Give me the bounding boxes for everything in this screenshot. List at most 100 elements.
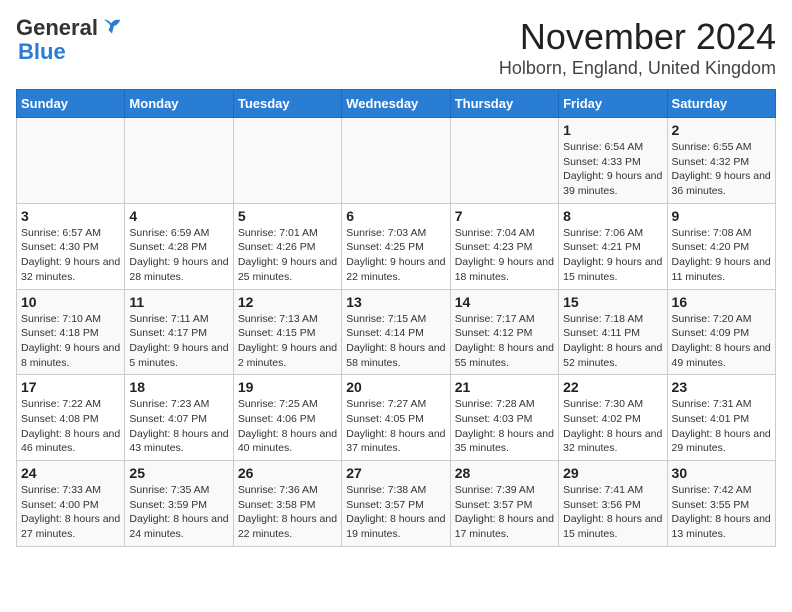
calendar-header-cell: Friday [559,90,667,118]
calendar-day-cell [125,118,233,204]
day-info: Sunrise: 7:22 AM Sunset: 4:08 PM Dayligh… [21,397,120,456]
day-info: Sunrise: 7:20 AM Sunset: 4:09 PM Dayligh… [672,312,771,371]
calendar-day-cell: 2 Sunrise: 6:55 AM Sunset: 4:32 PM Daylig… [667,118,775,204]
calendar-header-cell: Thursday [450,90,558,118]
day-info: Sunrise: 7:15 AM Sunset: 4:14 PM Dayligh… [346,312,445,371]
day-info: Sunrise: 7:06 AM Sunset: 4:21 PM Dayligh… [563,226,662,285]
calendar-header-cell: Wednesday [342,90,450,118]
day-info: Sunrise: 7:31 AM Sunset: 4:01 PM Dayligh… [672,397,771,456]
day-info: Sunrise: 6:57 AM Sunset: 4:30 PM Dayligh… [21,226,120,285]
day-number: 21 [455,379,554,395]
calendar-day-cell: 3 Sunrise: 6:57 AM Sunset: 4:30 PM Daylig… [17,203,125,289]
calendar-day-cell: 14Sunrise: 7:17 AM Sunset: 4:12 PM Dayli… [450,289,558,375]
calendar-day-cell: 22 Sunrise: 7:30 AM Sunset: 4:02 PM Dayli… [559,375,667,461]
day-number: 28 [455,465,554,481]
day-info: Sunrise: 7:13 AM Sunset: 4:15 PM Dayligh… [238,312,337,371]
calendar-day-cell [450,118,558,204]
calendar-day-cell: 24Sunrise: 7:33 AM Sunset: 4:00 PM Dayli… [17,461,125,547]
calendar-day-cell: 28 Sunrise: 7:39 AM Sunset: 3:57 PM Dayli… [450,461,558,547]
calendar-table: SundayMondayTuesdayWednesdayThursdayFrid… [16,89,776,547]
calendar-day-cell: 6 Sunrise: 7:03 AM Sunset: 4:25 PM Daylig… [342,203,450,289]
day-number: 29 [563,465,662,481]
calendar-day-cell: 17Sunrise: 7:22 AM Sunset: 4:08 PM Dayli… [17,375,125,461]
day-info: Sunrise: 7:35 AM Sunset: 3:59 PM Dayligh… [129,483,228,542]
day-number: 18 [129,379,228,395]
logo-blue-text: Blue [18,40,66,64]
calendar-day-cell: 5Sunrise: 7:01 AM Sunset: 4:26 PM Daylig… [233,203,341,289]
day-number: 26 [238,465,337,481]
day-number: 15 [563,294,662,310]
day-info: Sunrise: 7:18 AM Sunset: 4:11 PM Dayligh… [563,312,662,371]
calendar-day-cell: 4 Sunrise: 6:59 AM Sunset: 4:28 PM Daylig… [125,203,233,289]
day-number: 6 [346,208,445,224]
day-info: Sunrise: 7:03 AM Sunset: 4:25 PM Dayligh… [346,226,445,285]
calendar-day-cell: 20Sunrise: 7:27 AM Sunset: 4:05 PM Dayli… [342,375,450,461]
calendar-week-row: 17Sunrise: 7:22 AM Sunset: 4:08 PM Dayli… [17,375,776,461]
calendar-day-cell: 9Sunrise: 7:08 AM Sunset: 4:20 PM Daylig… [667,203,775,289]
day-number: 23 [672,379,771,395]
day-number: 10 [21,294,120,310]
calendar-day-cell: 19 Sunrise: 7:25 AM Sunset: 4:06 PM Dayli… [233,375,341,461]
day-info: Sunrise: 7:41 AM Sunset: 3:56 PM Dayligh… [563,483,662,542]
calendar-header-cell: Tuesday [233,90,341,118]
day-info: Sunrise: 7:33 AM Sunset: 4:00 PM Dayligh… [21,483,120,542]
day-number: 11 [129,294,228,310]
day-number: 9 [672,208,771,224]
day-info: Sunrise: 7:30 AM Sunset: 4:02 PM Dayligh… [563,397,662,456]
calendar-day-cell: 23 Sunrise: 7:31 AM Sunset: 4:01 PM Dayli… [667,375,775,461]
calendar-day-cell: 29 Sunrise: 7:41 AM Sunset: 3:56 PM Dayli… [559,461,667,547]
day-info: Sunrise: 7:11 AM Sunset: 4:17 PM Dayligh… [129,312,228,371]
day-number: 19 [238,379,337,395]
calendar-day-cell [342,118,450,204]
calendar-day-cell: 25Sunrise: 7:35 AM Sunset: 3:59 PM Dayli… [125,461,233,547]
logo-bird-icon [101,17,123,39]
calendar-week-row: 10 Sunrise: 7:10 AM Sunset: 4:18 PM Dayli… [17,289,776,375]
calendar-day-cell [233,118,341,204]
calendar-week-row: 3 Sunrise: 6:57 AM Sunset: 4:30 PM Daylig… [17,203,776,289]
day-number: 14 [455,294,554,310]
calendar-body: 1Sunrise: 6:54 AM Sunset: 4:33 PM Daylig… [17,118,776,547]
day-number: 8 [563,208,662,224]
calendar-day-cell: 8 Sunrise: 7:06 AM Sunset: 4:21 PM Daylig… [559,203,667,289]
day-number: 12 [238,294,337,310]
day-number: 7 [455,208,554,224]
calendar-day-cell: 16Sunrise: 7:20 AM Sunset: 4:09 PM Dayli… [667,289,775,375]
day-info: Sunrise: 6:59 AM Sunset: 4:28 PM Dayligh… [129,226,228,285]
day-number: 30 [672,465,771,481]
calendar-day-cell: 18Sunrise: 7:23 AM Sunset: 4:07 PM Dayli… [125,375,233,461]
calendar-header-cell: Saturday [667,90,775,118]
day-number: 27 [346,465,445,481]
day-info: Sunrise: 7:28 AM Sunset: 4:03 PM Dayligh… [455,397,554,456]
calendar-week-row: 1Sunrise: 6:54 AM Sunset: 4:33 PM Daylig… [17,118,776,204]
day-number: 4 [129,208,228,224]
day-number: 22 [563,379,662,395]
page-title: November 2024 [499,16,776,58]
day-number: 5 [238,208,337,224]
calendar-day-cell: 13 Sunrise: 7:15 AM Sunset: 4:14 PM Dayli… [342,289,450,375]
calendar-header-cell: Sunday [17,90,125,118]
day-info: Sunrise: 6:55 AM Sunset: 4:32 PM Dayligh… [672,140,771,199]
day-number: 20 [346,379,445,395]
day-info: Sunrise: 7:39 AM Sunset: 3:57 PM Dayligh… [455,483,554,542]
header: General Blue November 2024 Holborn, Engl… [16,16,776,79]
day-info: Sunrise: 7:04 AM Sunset: 4:23 PM Dayligh… [455,226,554,285]
day-number: 13 [346,294,445,310]
calendar-day-cell: 12 Sunrise: 7:13 AM Sunset: 4:15 PM Dayli… [233,289,341,375]
day-number: 3 [21,208,120,224]
day-info: Sunrise: 7:36 AM Sunset: 3:58 PM Dayligh… [238,483,337,542]
day-info: Sunrise: 7:42 AM Sunset: 3:55 PM Dayligh… [672,483,771,542]
logo-general-text: General [16,16,98,40]
calendar-day-cell: 10 Sunrise: 7:10 AM Sunset: 4:18 PM Dayli… [17,289,125,375]
calendar-day-cell: 30 Sunrise: 7:42 AM Sunset: 3:55 PM Dayli… [667,461,775,547]
day-number: 2 [672,122,771,138]
day-info: Sunrise: 7:10 AM Sunset: 4:18 PM Dayligh… [21,312,120,371]
day-info: Sunrise: 6:54 AM Sunset: 4:33 PM Dayligh… [563,140,662,199]
page-subtitle: Holborn, England, United Kingdom [499,58,776,79]
calendar-day-cell: 21 Sunrise: 7:28 AM Sunset: 4:03 PM Dayli… [450,375,558,461]
day-info: Sunrise: 7:25 AM Sunset: 4:06 PM Dayligh… [238,397,337,456]
logo: General Blue [16,16,123,64]
calendar-header-row: SundayMondayTuesdayWednesdayThursdayFrid… [17,90,776,118]
calendar-day-cell: 27Sunrise: 7:38 AM Sunset: 3:57 PM Dayli… [342,461,450,547]
calendar-day-cell: 15 Sunrise: 7:18 AM Sunset: 4:11 PM Dayli… [559,289,667,375]
calendar-day-cell: 7 Sunrise: 7:04 AM Sunset: 4:23 PM Daylig… [450,203,558,289]
